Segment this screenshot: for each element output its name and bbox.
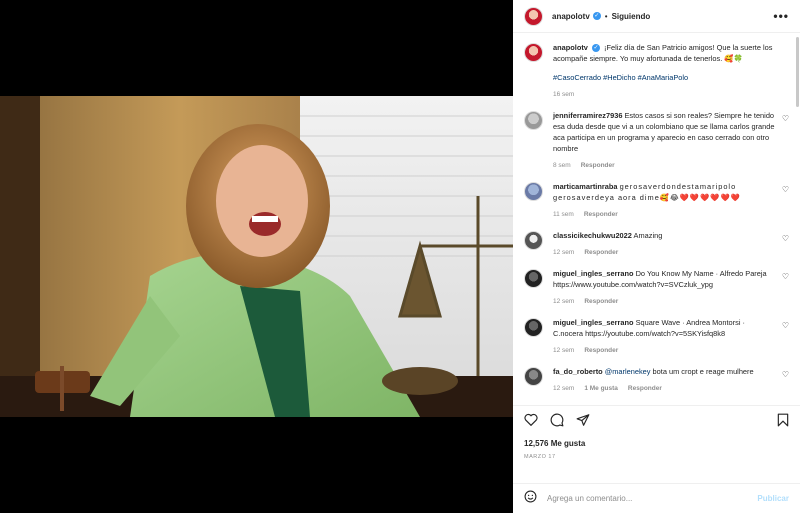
comment-username[interactable]: marticamartinraba <box>553 182 618 191</box>
comment-item: miguel_ingles_serrano Do You Know My Nam… <box>524 268 789 307</box>
comment-item: classicikechukwu2022 Amazing 12 sem Resp… <box>524 230 789 258</box>
separator-dot: • <box>604 11 608 21</box>
comment-username[interactable]: fa_do_roberto <box>553 367 603 376</box>
post-modal: anapolotv ✓ • Siguiendo ••• anapolotv ✓ … <box>0 0 800 513</box>
comment-item: miguel_ingles_serrano Square Wave · Andr… <box>524 317 789 356</box>
like-comment-icon[interactable]: ♡ <box>782 114 789 123</box>
comment-link[interactable]: https://www.youtube.com/watch?v=SVCzluk_… <box>553 280 713 289</box>
reply-button[interactable]: Responder <box>584 247 618 258</box>
comment-time: 12 sem <box>553 298 575 305</box>
avatar[interactable] <box>524 182 543 201</box>
comment-username[interactable]: miguel_ingles_serrano <box>553 269 634 278</box>
comment-item: marticamartinraba gerosaverdondestamarip… <box>524 181 789 220</box>
caption-time: 16 sem <box>553 91 575 98</box>
avatar[interactable] <box>524 231 543 250</box>
reply-button[interactable]: Responder <box>584 345 618 356</box>
reply-button[interactable]: Responder <box>584 296 618 307</box>
comment-mention[interactable]: @marlenekey <box>605 367 651 376</box>
post-media <box>0 0 513 513</box>
avatar[interactable] <box>524 318 543 337</box>
like-comment-icon[interactable]: ♡ <box>782 234 789 243</box>
comment-text: Amazing <box>633 231 663 240</box>
comment-username[interactable]: classicikechukwu2022 <box>553 231 632 240</box>
photo-illustration <box>0 96 513 417</box>
comment-time: 12 sem <box>553 385 575 392</box>
comment-time: 12 sem <box>553 249 575 256</box>
caption: anapolotv ✓ ¡Feliz día de San Patricio a… <box>524 42 789 100</box>
like-comment-icon[interactable]: ♡ <box>782 185 789 194</box>
add-comment-bar: Publicar <box>513 483 800 513</box>
publish-button[interactable]: Publicar <box>757 494 789 503</box>
comment-username[interactable]: jenniferramirez7936 <box>553 111 622 120</box>
like-icon[interactable] <box>524 413 538 431</box>
scrollbar[interactable] <box>796 37 799 107</box>
like-comment-icon[interactable]: ♡ <box>782 272 789 281</box>
comment-like-count[interactable]: 1 Me gusta <box>584 383 618 394</box>
reply-button[interactable]: Responder <box>628 383 662 394</box>
comment-input[interactable] <box>547 494 758 503</box>
share-icon[interactable] <box>576 413 590 432</box>
comment-time: 12 sem <box>553 347 575 354</box>
avatar[interactable] <box>524 269 543 288</box>
post-header: anapolotv ✓ • Siguiendo ••• <box>513 0 800 33</box>
comment-text: bota um cropt e reage mulhere <box>652 367 754 376</box>
comment-item: fa_do_roberto @marlenekey bota um cropt … <box>524 366 789 394</box>
verified-badge-icon: ✓ <box>591 44 600 53</box>
more-options-icon[interactable]: ••• <box>773 9 789 23</box>
comments-list[interactable]: anapolotv ✓ ¡Feliz día de San Patricio a… <box>513 33 800 405</box>
caption-username[interactable]: anapolotv <box>553 43 588 52</box>
comment-time: 8 sem <box>553 162 571 169</box>
reply-button[interactable]: Responder <box>584 209 618 220</box>
caption-hashtags[interactable]: #CasoCerrado #HeDicho #AnaMariaPolo <box>553 72 775 83</box>
avatar[interactable] <box>524 43 543 62</box>
bookmark-icon[interactable] <box>777 413 789 432</box>
emoji-icon[interactable] <box>524 490 537 508</box>
comment-time: 11 sem <box>553 211 574 218</box>
avatar[interactable] <box>524 367 543 386</box>
comment-icon[interactable] <box>550 413 564 432</box>
avatar[interactable] <box>524 111 543 130</box>
post-actions: 12,576 Me gusta MARZO 17 <box>513 405 800 483</box>
post-photo[interactable] <box>0 96 513 417</box>
post-panel: anapolotv ✓ • Siguiendo ••• anapolotv ✓ … <box>513 0 800 513</box>
like-comment-icon[interactable]: ♡ <box>782 321 789 330</box>
post-date: MARZO 17 <box>524 454 556 460</box>
comment-link[interactable]: https://youtube.com/watch?v=5SKYisfq8k8 <box>585 329 725 338</box>
reply-button[interactable]: Responder <box>581 160 615 171</box>
comment-text: Do You Know My Name · Alfredo Pareja <box>635 269 767 278</box>
like-comment-icon[interactable]: ♡ <box>782 370 789 379</box>
like-count[interactable]: 12,576 Me gusta <box>524 439 789 448</box>
comment-username[interactable]: miguel_ingles_serrano <box>553 318 634 327</box>
verified-badge-icon: ✓ <box>592 12 601 20</box>
avatar[interactable] <box>524 6 543 26</box>
comment-item: jenniferramirez7936 Estos casos si son r… <box>524 110 789 171</box>
header-username[interactable]: anapolotv <box>552 12 590 21</box>
following-button[interactable]: Siguiendo <box>612 12 651 21</box>
